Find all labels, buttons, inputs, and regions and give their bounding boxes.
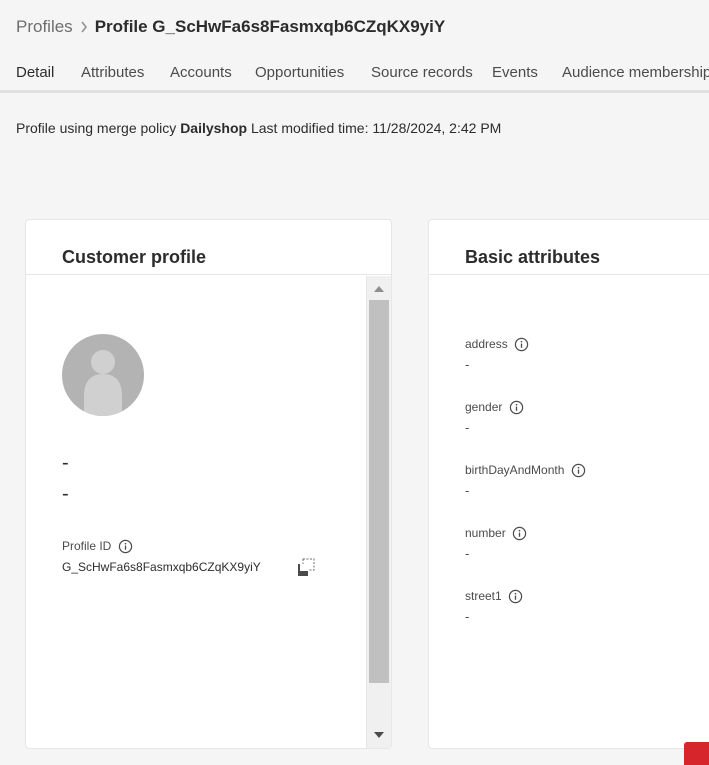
notification-badge[interactable] — [684, 742, 709, 765]
info-icon[interactable] — [512, 525, 528, 541]
tab-detail[interactable]: Detail — [16, 64, 54, 90]
profile-id-label: Profile ID — [62, 539, 112, 553]
customer-profile-header: Customer profile — [26, 220, 391, 275]
info-icon[interactable] — [514, 336, 530, 352]
attribute-value-birthday: - — [465, 483, 470, 498]
profile-name: - — [62, 452, 69, 474]
attribute-label-row: address — [465, 336, 530, 352]
basic-attributes-header: Basic attributes — [429, 220, 709, 275]
tab-source-records[interactable]: Source records — [371, 64, 473, 90]
info-icon[interactable] — [508, 588, 524, 604]
customer-profile-title: Customer profile — [62, 247, 207, 267]
attribute-value-address: - — [465, 357, 470, 372]
tab-events[interactable]: Events — [492, 64, 538, 90]
info-icon[interactable] — [570, 462, 586, 478]
tab-bar: Detail Attributes Accounts Opportunities… — [0, 55, 709, 93]
attribute-label-row: number — [465, 525, 528, 541]
scroll-down-icon[interactable] — [372, 728, 386, 742]
attribute-value-gender: - — [465, 420, 470, 435]
attribute-label-address: address — [465, 337, 508, 351]
chevron-right-icon — [73, 21, 95, 33]
customer-profile-card: Customer profile - - Profile ID G_ScHwFa… — [25, 219, 392, 749]
last-modified-value: 11/28/2024, 2:42 PM — [372, 120, 502, 136]
profile-id-label-row: Profile ID — [62, 538, 133, 554]
profile-id-value: G_ScHwFa6s8Fasmxqb6CZqKX9yiY — [62, 560, 261, 574]
page-title: Profile G_ScHwFa6s8Fasmxqb6CZqKX9yiY — [94, 17, 446, 36]
merge-policy-prefix: Profile using merge policy — [16, 120, 181, 136]
user-avatar-icon — [62, 334, 144, 416]
tab-attributes[interactable]: Attributes — [81, 64, 144, 90]
merge-policy-name: Dailyshop — [180, 120, 248, 136]
attribute-value-number: - — [465, 546, 470, 561]
attribute-label-street1: street1 — [465, 589, 502, 603]
scroll-up-icon[interactable] — [372, 282, 386, 296]
scrollbar-thumb[interactable] — [369, 300, 389, 683]
scrollbar[interactable] — [366, 276, 391, 748]
basic-attributes-card: Basic attributes address - gender - birt… — [428, 219, 709, 749]
attribute-label-row: street1 — [465, 588, 524, 604]
last-modified-label: Last modified time: — [247, 120, 373, 136]
attribute-label-row: birthDayAndMonth — [465, 462, 586, 478]
attribute-label-row: gender — [465, 399, 524, 415]
info-icon[interactable] — [508, 399, 524, 415]
attribute-label-number: number — [465, 526, 506, 540]
tab-accounts[interactable]: Accounts — [170, 64, 232, 90]
attribute-label-gender: gender — [465, 400, 503, 414]
breadcrumb-profiles-link[interactable]: Profiles — [16, 17, 73, 37]
tab-opportunities[interactable]: Opportunities — [255, 64, 344, 90]
attribute-label-birthday: birthDayAndMonth — [465, 463, 565, 477]
attribute-value-street1: - — [465, 609, 470, 624]
basic-attributes-title: Basic attributes — [465, 247, 601, 267]
profile-detail-page: Profiles Profile G_ScHwFa6s8Fasmxqb6CZqK… — [0, 0, 709, 765]
breadcrumb: Profiles Profile G_ScHwFa6s8Fasmxqb6CZqK… — [16, 17, 445, 37]
info-icon[interactable] — [117, 538, 133, 554]
merge-policy-line: Profile using merge policy Dailyshop Las… — [16, 120, 501, 136]
tab-audience-membership[interactable]: Audience membership — [562, 64, 709, 90]
profile-subtitle: - — [62, 483, 69, 505]
copy-icon[interactable] — [296, 558, 316, 578]
